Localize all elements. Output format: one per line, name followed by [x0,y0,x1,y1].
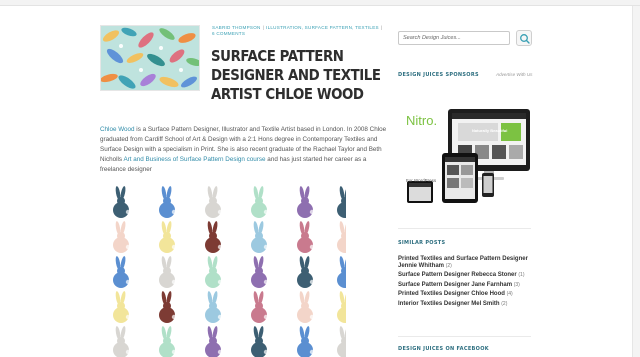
post-title-line: SURFACE PATTERN [211,47,344,65]
post-title-line: ARTIST CHLOE WOOD [211,85,364,103]
rabbit-silhouette [159,186,177,218]
rabbit-silhouette [159,291,177,323]
rabbit-silhouette [159,221,177,253]
post-categories-link[interactable]: ILLUSTRATION, SURFACE PATTERN, TEXTILES [266,25,379,30]
rabbit-silhouette [113,291,131,323]
sidebar-divider [398,228,531,229]
post-title: SURFACE PATTERN DESIGNER AND TEXTILE ART… [211,47,381,104]
post-thumbnail-image[interactable] [100,25,200,91]
rabbit-silhouette [205,326,223,357]
advertise-link[interactable]: Advertise With Us [496,72,532,77]
nitro-tagline: Naturally Beautiful [472,128,508,133]
rabbit-silhouette [337,256,346,288]
rabbit-silhouette [337,291,346,323]
similar-post-count: (4) [506,291,513,297]
rabbit-silhouette [251,221,269,253]
rabbit-silhouette [251,186,269,218]
similar-post-count: (1) [518,272,525,278]
facebook-heading: DESIGN JUICES ON FACEBOOK [398,346,489,352]
rabbit-silhouette [297,256,315,288]
similar-post-count: (2) [501,300,508,307]
rabbit-pattern-graphic [113,186,346,357]
rabbit-silhouette [159,256,177,288]
leaf-pattern-image [101,26,199,90]
rabbit-silhouette [205,221,223,253]
browser-top-bar [0,0,640,6]
rabbit-silhouette [337,326,346,357]
rabbit-silhouette [159,326,177,357]
rabbit-silhouette [113,221,131,253]
rabbit-silhouette [205,256,223,288]
chloe-wood-link[interactable]: Chloe Wood [100,126,135,133]
search-input[interactable]: Search Design Juices... [398,31,510,45]
course-link[interactable]: Art and Business of Surface Pattern Desi… [123,156,265,163]
similar-post-link[interactable]: Surface Pattern Designer Rebecca Stoner [398,272,517,278]
similar-post-count: (3) [513,281,520,288]
post-title-line: DESIGNER AND TEXTILE [211,66,381,84]
similar-post-item[interactable]: Surface Pattern Designer Rebecca Stoner … [398,272,538,279]
rabbit-pattern-image[interactable] [100,184,346,357]
rabbit-silhouette [113,186,131,218]
post-meta: SABRID THOMPSON | ILLUSTRATION, SURFACE PA… [212,25,383,36]
rabbit-silhouette [251,291,269,323]
rabbit-silhouette [205,291,223,323]
similar-posts-heading: SIMILAR POSTS [398,240,446,246]
search-button[interactable] [516,30,532,46]
rabbit-silhouette [297,186,315,218]
similar-post-link[interactable]: Printed Textiles and Surface Pattern Des… [398,256,528,269]
similar-post-link[interactable]: Interior Textiles Designer Mel Smith [398,301,500,307]
similar-post-item[interactable]: Printed Textiles Designer Chloe Hood (4) [398,291,538,298]
similar-posts-list: Printed Textiles and Surface Pattern Des… [398,256,538,310]
rabbit-silhouette [337,186,346,218]
nitro-subtitle: For WordPress [406,178,437,183]
post-comments-link[interactable]: 6 COMMENTS [212,31,245,36]
nitro-brand-text: Nitro. [406,113,438,128]
post-intro-paragraph: Chloe Wood is a Surface Pattern Designer… [100,125,390,175]
similar-post-link[interactable]: Surface Pattern Designer Jane Farnham [398,282,512,288]
similar-post-item[interactable]: Interior Textiles Designer Mel Smith (2) [398,301,538,308]
rabbit-silhouette [297,326,315,357]
sidebar-divider [398,336,531,337]
rabbit-silhouette [113,326,131,357]
post-author-link[interactable]: SABRID THOMPSON [212,25,261,30]
similar-post-item[interactable]: Surface Pattern Designer Jane Farnham (3… [398,282,538,289]
rabbit-silhouette [297,221,315,253]
rabbit-silhouette [113,256,131,288]
nitro-ad-banner[interactable]: Nitro. Naturally Beautiful For WordPress [398,95,531,215]
rabbit-silhouette [297,291,315,323]
search-icon [520,34,530,44]
sponsors-heading: DESIGN JUICES SPONSORS [398,72,479,78]
page-scrollbar[interactable] [632,6,640,357]
rabbit-silhouette [205,186,223,218]
similar-post-count: (2) [445,262,452,269]
rabbit-silhouette [251,256,269,288]
rabbit-silhouette [337,221,346,253]
rabbit-silhouette [251,326,269,357]
similar-post-item[interactable]: Printed Textiles and Surface Pattern Des… [398,256,538,269]
similar-post-link[interactable]: Printed Textiles Designer Chloe Hood [398,291,505,297]
